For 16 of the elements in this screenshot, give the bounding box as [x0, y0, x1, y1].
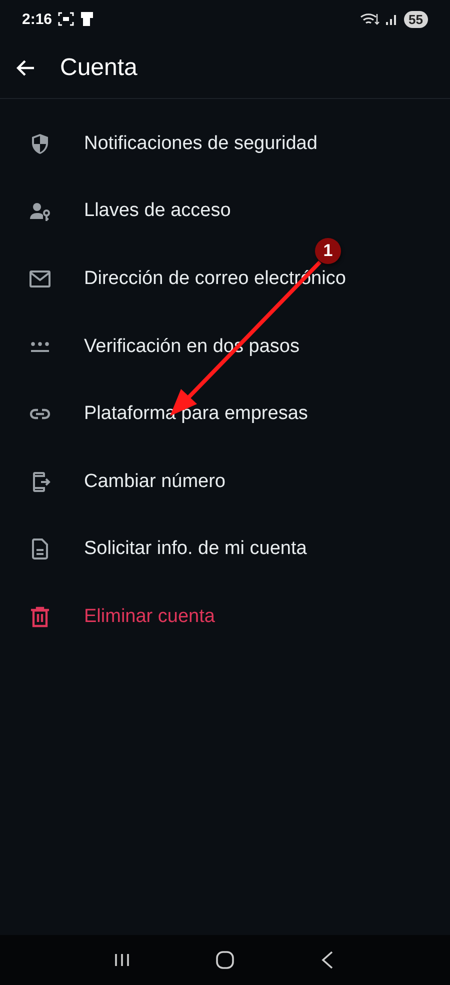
menu-item[interactable]: Notificaciones de seguridad: [84, 132, 318, 155]
trash-icon: [28, 604, 52, 629]
step-number-badge: 1: [315, 238, 341, 264]
screenshot-icon: [58, 12, 74, 26]
menu-item[interactable]: Llaves de acceso: [84, 200, 231, 222]
status-time: 2:16: [22, 10, 52, 28]
menu-item[interactable]: Solicitar info. de mi cuenta: [84, 538, 307, 560]
menu-item[interactable]: Eliminar cuenta: [84, 606, 215, 628]
signal-icon: [386, 13, 398, 25]
menu-item[interactable]: Plataforma para empresas: [84, 403, 308, 426]
wifi-icon: [360, 12, 380, 26]
menu-item[interactable]: Cambiar número: [84, 470, 226, 493]
page-title: Cuenta: [60, 54, 138, 82]
battery-level: 55: [404, 10, 428, 28]
phone-icon: [80, 11, 94, 27]
asterisks-icon: [30, 341, 50, 352]
